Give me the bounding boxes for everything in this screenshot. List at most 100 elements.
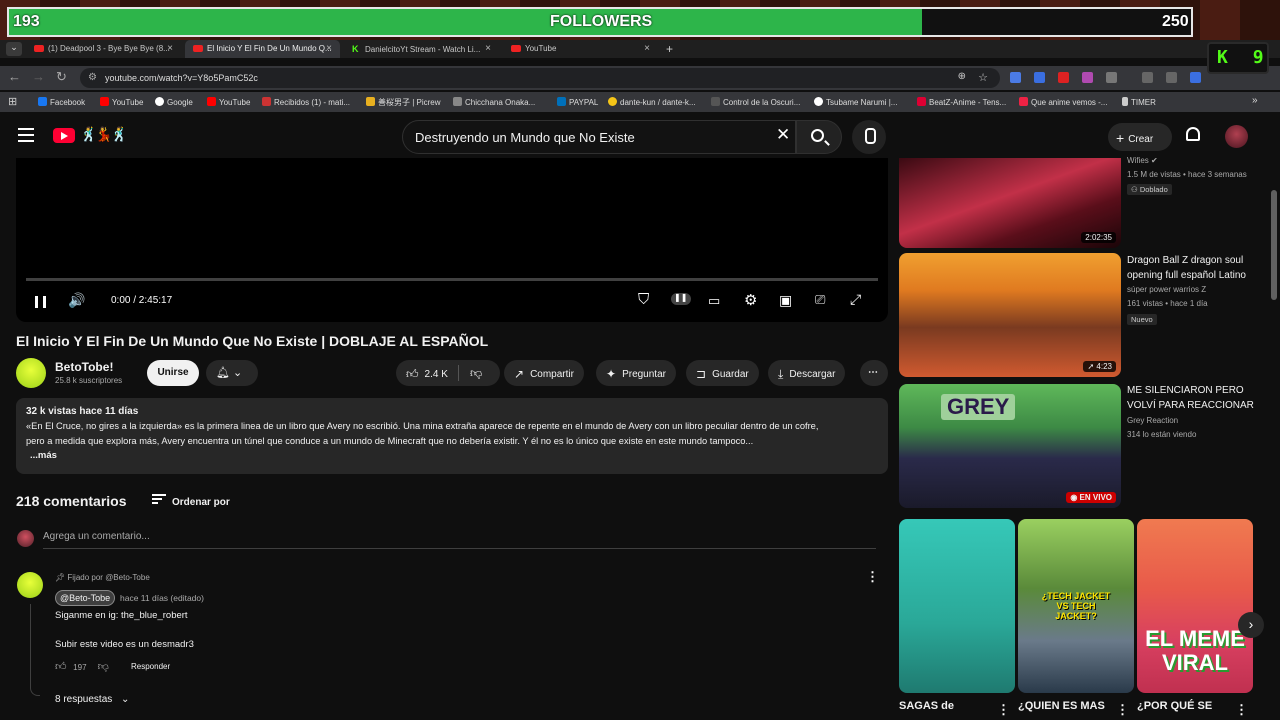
tab-kick-stream[interactable]: K DanielcitoYt Stream - Watch Li... ×: [344, 40, 499, 58]
thumbs-down-icon[interactable]: 👎︎: [470, 366, 482, 381]
bookmark-item[interactable]: Recibidos (1) - mati...: [262, 97, 350, 107]
clear-search-icon[interactable]: ✕: [776, 125, 790, 145]
tab-search-button[interactable]: ⌄: [6, 42, 22, 56]
channel-name[interactable]: BetoTobe!: [55, 360, 113, 374]
tab-deadpool[interactable]: (1) Deadpool 3 - Bye Bye Bye (8... ×: [26, 40, 181, 58]
new-tab-button[interactable]: +: [666, 42, 673, 56]
reload-icon[interactable]: ↻: [56, 69, 67, 85]
sidebar-channel[interactable]: Grey Reaction: [1127, 416, 1178, 425]
comment-like[interactable]: 👍︎ 197 👎︎: [55, 660, 109, 673]
save-button[interactable]: ⊐ Guardar: [686, 360, 759, 386]
reply-button[interactable]: Responder: [131, 662, 170, 671]
video-progress-bar[interactable]: [26, 278, 878, 281]
bookmark-item[interactable]: 善桜男子 | Picrew: [366, 97, 441, 108]
bookmark-item[interactable]: dante-kun / dante-k...: [608, 97, 696, 107]
volume-icon[interactable]: 🔊: [68, 292, 85, 309]
pause-icon[interactable]: [35, 296, 46, 308]
view-replies-button[interactable]: 8 respuestas ⌄: [55, 694, 129, 705]
bookmark-item[interactable]: YouTube: [100, 97, 143, 107]
close-icon[interactable]: ×: [167, 43, 173, 54]
settings-gear-icon[interactable]: ⚙: [744, 291, 757, 309]
profile-icon[interactable]: [1190, 72, 1201, 83]
bookmarks-overflow-button[interactable]: »: [1252, 95, 1258, 106]
like-button[interactable]: 👍︎ 2.4 K 👎︎: [396, 360, 500, 386]
bookmark-item[interactable]: BeatZ-Anime - Tens...: [917, 97, 1006, 107]
bookmark-item[interactable]: Que anime vemos -...: [1019, 97, 1107, 107]
tab-youtube[interactable]: YouTube ×: [503, 40, 658, 58]
doodle-logo[interactable]: 🕺💃🕺: [80, 126, 128, 143]
extension-icon[interactable]: [1010, 72, 1021, 83]
bookmark-star-icon[interactable]: ☆: [978, 71, 988, 84]
video-player[interactable]: 🔊 0:00 / 2:45:17 ⛉ ❚❚ ▭ ⚙ ▣ ⎚ ⤢: [16, 158, 888, 322]
short-title[interactable]: SAGAS de: [899, 700, 954, 712]
short-menu-icon[interactable]: ⋮: [997, 702, 1010, 718]
sidebar-video-title[interactable]: Dragon Ball Z dragon soul opening full e…: [1127, 254, 1267, 283]
notifications-bell-icon[interactable]: [1186, 127, 1200, 141]
hamburger-menu-icon[interactable]: [18, 128, 34, 146]
bookmark-item[interactable]: Control de la Oscuri...: [711, 97, 800, 107]
short-menu-icon[interactable]: ⋮: [1235, 702, 1248, 718]
download-icon[interactable]: [1142, 72, 1153, 83]
voice-search-mic-icon[interactable]: [852, 120, 886, 154]
zoom-icon[interactable]: ⊕: [958, 71, 966, 82]
short-thumbnail[interactable]: [899, 519, 1015, 693]
theater-mode-icon[interactable]: ▣: [779, 292, 792, 309]
subscription-bell-button[interactable]: 🔔︎ ⌄: [206, 360, 258, 386]
bookmark-item[interactable]: Tsubame Narumi |...: [814, 97, 897, 107]
ask-button[interactable]: ✦ Preguntar: [596, 360, 676, 386]
forward-arrow-icon[interactable]: →: [32, 69, 45, 84]
bookmark-item[interactable]: Chicchana Onaka...: [453, 97, 535, 107]
close-icon[interactable]: ×: [326, 43, 332, 54]
cast-icon[interactable]: ⎚: [815, 292, 825, 308]
video-thumbnail[interactable]: 2:02:35: [899, 158, 1121, 248]
short-title[interactable]: ¿QUIEN ES MAS: [1018, 700, 1105, 712]
extension-icon[interactable]: [1082, 72, 1093, 83]
comment-menu-icon[interactable]: ⋮: [866, 569, 879, 585]
close-icon[interactable]: ×: [485, 43, 491, 54]
history-icon[interactable]: [1166, 72, 1177, 83]
short-thumbnail[interactable]: ¿TECH JACKET VS TECH JACKET?: [1018, 519, 1134, 693]
bookmark-item[interactable]: YouTube: [207, 97, 250, 107]
join-button[interactable]: Unirse: [147, 360, 199, 386]
bookmark-item[interactable]: Google: [155, 97, 193, 107]
comment-input[interactable]: Agrega un comentario...: [43, 531, 876, 549]
puzzle-icon[interactable]: [1106, 72, 1117, 83]
more-actions-icon[interactable]: ⋯: [860, 360, 888, 386]
youtube-logo-icon[interactable]: [53, 128, 75, 143]
sidebar-channel[interactable]: súper power warrios Z: [1127, 285, 1206, 294]
sort-comments-button[interactable]: Ordenar por: [152, 494, 230, 508]
tab-current-video[interactable]: El Inicio Y El Fin De Un Mundo Q... ×: [185, 40, 340, 58]
short-menu-icon[interactable]: ⋮: [1116, 702, 1129, 718]
sidebar-video-title[interactable]: ME SILENCIARON PERO VOLVÍ PARA REACCIONA…: [1127, 384, 1267, 413]
fullscreen-icon[interactable]: ⤢: [850, 291, 861, 308]
thumbs-down-icon[interactable]: 👎︎: [98, 661, 109, 673]
comment-author[interactable]: @Beto-Tobe: [55, 590, 116, 606]
shield-icon[interactable]: ⛉: [638, 291, 649, 308]
share-button[interactable]: ↗ Compartir: [504, 360, 584, 386]
commenter-avatar[interactable]: [17, 572, 43, 598]
video-thumbnail[interactable]: ➚ 4:23: [899, 253, 1121, 377]
page-scrollbar[interactable]: [1271, 190, 1277, 300]
video-thumbnail[interactable]: GREY ◉ EN VIVO: [899, 384, 1121, 508]
site-info-icon[interactable]: ⚙: [88, 72, 97, 83]
close-icon[interactable]: ×: [644, 43, 650, 54]
create-button[interactable]: + Crear: [1108, 123, 1172, 151]
bookmark-item[interactable]: PAYPAL: [557, 97, 598, 107]
apps-grid-icon[interactable]: ⊞: [8, 95, 17, 108]
comment-timestamp[interactable]: hace 11 días (editado): [120, 593, 204, 603]
short-thumbnail[interactable]: EL MEME VIRAL: [1137, 519, 1253, 693]
download-button[interactable]: ⤓ Descargar: [768, 360, 846, 386]
show-more-link[interactable]: ...más: [30, 448, 878, 463]
description-box[interactable]: 32 k vistas hace 11 días «En El Cruce, n…: [16, 398, 888, 474]
sidebar-channel[interactable]: Wifies ✔: [1127, 156, 1158, 165]
autoplay-toggle[interactable]: ❚❚: [671, 293, 691, 305]
search-input[interactable]: Destruyendo un Mundo que No Existe: [402, 120, 796, 154]
account-avatar[interactable]: [1225, 125, 1248, 148]
back-arrow-icon[interactable]: ←: [8, 69, 21, 84]
extension-icon[interactable]: [1034, 72, 1045, 83]
thumbs-up-icon[interactable]: 👍︎: [55, 661, 67, 673]
bookmark-item[interactable]: Facebook: [38, 97, 85, 107]
extension-icon[interactable]: [1058, 72, 1069, 83]
chevron-right-icon[interactable]: ›: [1238, 612, 1264, 638]
subtitles-icon[interactable]: ▭: [708, 293, 720, 309]
